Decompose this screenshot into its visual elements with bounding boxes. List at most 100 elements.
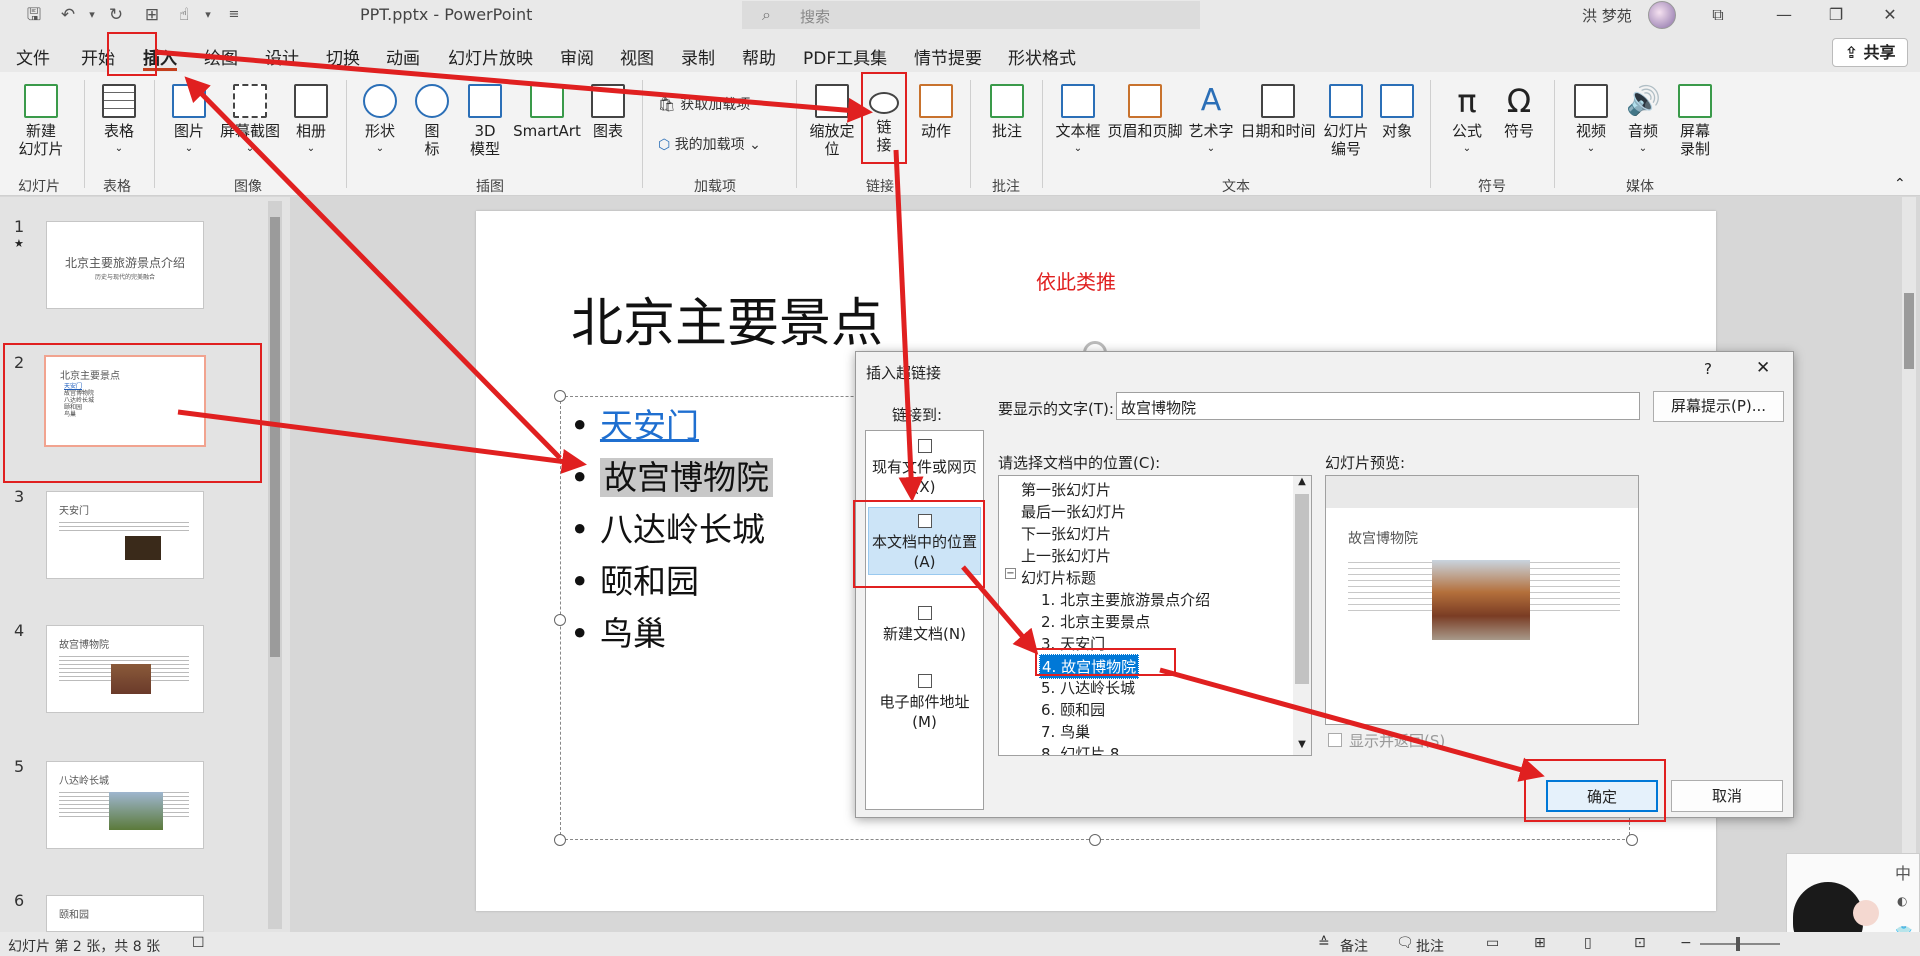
tree-item[interactable]: 上一张幻灯片 [1021,545,1111,566]
notes-button[interactable]: 备注 [1340,936,1368,956]
ribbon-display-icon[interactable]: ⧉ [1706,3,1730,27]
link-option-existing-file[interactable]: 现有文件或网页 (X) [866,439,983,497]
display-text-input[interactable]: 故宫博物院 [1116,392,1640,420]
show-return-checkbox[interactable] [1328,733,1342,747]
action-button[interactable]: 动作 [914,84,958,140]
touch-mode-icon[interactable]: ☝ [172,3,196,27]
video-button[interactable]: 视频 ⌄ [1568,84,1614,158]
textbox-button[interactable]: 文本框 ⌄ [1052,84,1104,158]
tab-review[interactable]: 审阅 [560,44,594,69]
bullet-item[interactable]: • 鸟巢 [570,607,666,655]
chart-button[interactable]: 图表 [586,84,630,140]
restore-icon[interactable]: ❐ [1824,3,1848,27]
header-footer-button[interactable]: 页眉和页脚 [1106,84,1184,140]
reading-view-icon[interactable]: ▯ [1584,935,1592,951]
tab-view[interactable]: 视图 [620,44,654,69]
datetime-button[interactable]: 日期和时间 [1238,84,1318,140]
link-option-email[interactable]: 电子邮件地址 (M) [866,674,983,732]
tab-record[interactable]: 录制 [681,44,715,69]
thumbnail-scroll-thumb[interactable] [270,217,280,657]
close-window-icon[interactable]: ✕ [1878,3,1902,27]
collapse-ribbon-icon[interactable]: ⌃ [1894,176,1906,192]
redo-icon[interactable]: ↻ [104,3,128,27]
wordart-button[interactable]: A 艺术字 ⌄ [1186,84,1236,158]
get-addins-button[interactable]: 🛍 获取加载项 [658,94,750,114]
zoom-slider-thumb[interactable] [1736,937,1740,951]
bullet-item[interactable]: • 八达岭长城 [570,503,765,551]
bullet-selected-text[interactable]: 故宫博物院 [599,458,773,497]
tab-draw[interactable]: 绘图 [204,44,238,69]
audio-button[interactable]: 🔊 音频 ⌄ [1620,84,1666,158]
tab-animations[interactable]: 动画 [386,44,420,69]
object-button[interactable]: 对象 [1374,84,1420,140]
tree-item[interactable]: 2. 北京主要景点 [1041,611,1150,632]
picture-button[interactable]: 图片 ⌄ [164,84,214,158]
my-addins-button[interactable]: ⬡ 我的加载项 ⌄ [658,134,761,154]
tree-item[interactable]: 7. 鸟巢 [1041,721,1090,742]
comment-button[interactable]: 批注 [984,84,1030,140]
help-button[interactable]: ? [1704,360,1712,378]
zoom-slider[interactable] [1700,943,1780,945]
scroll-down-icon[interactable]: ▼ [1293,739,1311,750]
dialog-close-button[interactable]: ✕ [1756,358,1770,378]
comments-button[interactable]: 批注 [1416,936,1444,956]
undo-icon[interactable]: ↶ [56,3,80,27]
screenshot-button[interactable]: 屏幕截图 ⌄ [218,84,282,158]
bullet-item[interactable]: • 故宫博物院 [570,451,773,499]
slide-thumbnail-3[interactable]: 天安门 [46,491,204,579]
accessibility-icon[interactable]: ☐ [192,935,205,951]
cancel-button[interactable]: 取消 [1671,780,1783,812]
minimize-icon[interactable]: — [1772,3,1796,27]
document-place-tree[interactable]: 第一张幻灯片 最后一张幻灯片 下一张幻灯片 上一张幻灯片 − 幻灯片标题 1. … [998,475,1312,756]
tab-file[interactable]: 文件 [16,44,50,69]
zoom-button[interactable]: 缩放定 位 [804,84,860,158]
slide-sorter-icon[interactable]: ⊞ [1534,935,1546,951]
tree-item[interactable]: 下一张幻灯片 [1021,523,1111,544]
album-button[interactable]: 相册 ⌄ [286,84,336,158]
bullet-item[interactable]: • 天安门 [570,399,699,447]
tab-transitions[interactable]: 切换 [326,44,360,69]
tab-storyboard[interactable]: 情节提要 [914,44,982,69]
resize-handle[interactable] [554,390,566,402]
slide-scrollbar[interactable] [1902,197,1916,932]
smartart-button[interactable]: SmartArt [512,84,582,140]
customize-toolbar-icon[interactable]: ≡ [222,3,246,27]
scroll-up-icon[interactable]: ▲ [1293,476,1311,487]
tree-scrollbar[interactable]: ▲ ▼ [1293,476,1311,755]
collapse-node-icon[interactable]: − [1005,568,1016,579]
tree-scroll-thumb[interactable] [1295,494,1309,684]
tree-item[interactable]: 最后一张幻灯片 [1021,501,1126,522]
avatar[interactable] [1648,1,1676,29]
icons-button[interactable]: 图 标 [412,84,452,158]
slideshow-icon[interactable]: ⊡ [1634,935,1646,951]
tab-help[interactable]: 帮助 [742,44,776,69]
tree-item[interactable]: 第一张幻灯片 [1021,479,1111,500]
new-slide-button[interactable]: 新建 幻灯片 [8,84,74,158]
slide-thumbnail-1[interactable]: 北京主要旅游景点介绍 历史与现代的完美融合 [46,221,204,309]
ime-punctuation-icon[interactable]: ◐ [1897,894,1907,908]
slide-title[interactable]: 北京主要景点 [571,281,883,356]
tab-design[interactable]: 设计 [265,44,299,69]
table-button[interactable]: 表格 ⌄ [94,84,144,158]
tree-item[interactable]: 幻灯片标题 [1021,567,1096,588]
screen-recording-button[interactable]: 屏幕 录制 [1672,84,1718,158]
slide-thumbnail-6[interactable]: 颐和园 [46,895,204,932]
shapes-button[interactable]: 形状 ⌄ [356,84,404,158]
slide-thumbnail-5[interactable]: 八达岭长城 [46,761,204,849]
save-icon[interactable]: 🖫 [22,3,46,27]
present-icon[interactable]: ⊞ [140,3,164,27]
more-dropdown-icon[interactable]: ▾ [196,3,220,27]
search-box[interactable]: ⌕ 搜索 [742,1,1200,29]
tree-item[interactable]: 5. 八达岭长城 [1041,677,1135,698]
resize-handle[interactable] [1089,834,1101,846]
link-option-new-document[interactable]: 新建文档(N) [866,606,983,644]
tree-item[interactable]: 6. 颐和园 [1041,699,1105,720]
share-button[interactable]: ⇪ 共享 [1832,38,1908,67]
normal-view-icon[interactable]: ▭ [1486,935,1499,951]
resize-handle[interactable] [554,834,566,846]
3d-model-button[interactable]: 3D 模型 [462,84,508,158]
tab-shape-format[interactable]: 形状格式 [1008,44,1076,69]
slide-thumbnail-4[interactable]: 故宫博物院 [46,625,204,713]
user-name[interactable]: 洪 梦苑 [1582,5,1632,26]
screentip-button[interactable]: 屏幕提示(P)... [1653,391,1784,422]
